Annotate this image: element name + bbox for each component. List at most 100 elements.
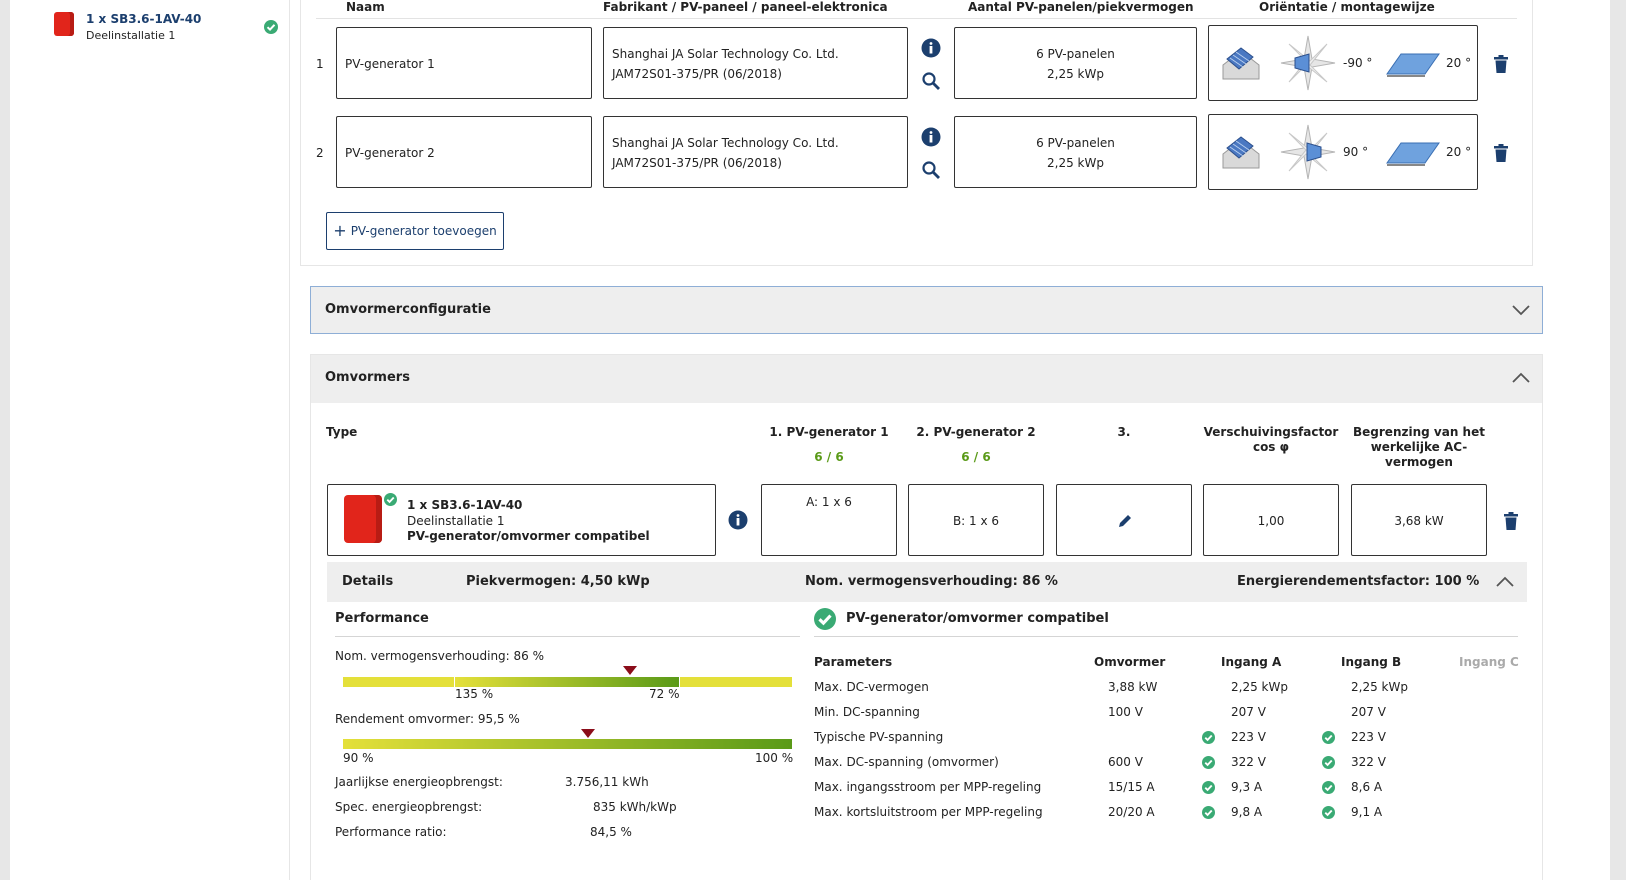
efficiency-scale-left: 90 % [343,751,374,765]
ac-limit-field[interactable]: 3,68 kW [1351,484,1487,556]
divider [316,18,1517,19]
check-icon [1322,756,1335,772]
azimuth-value: 90 ° [1343,145,1369,159]
col-header-limit-line2: werkelijke AC- [1370,440,1468,454]
tilt-panel-icon [1386,142,1440,166]
check-icon [1202,731,1215,747]
info-icon[interactable] [921,127,941,147]
compat-title: PV-generator/omvormer compatibel [846,611,1109,626]
col-header-limit-line1: Begrenzing van het [1353,425,1485,439]
panel-model: JAM72S01-375/PR (06/2018) [612,67,782,81]
col-header-pv2: 2. PV-generator 2 [916,425,1036,439]
col-header-pv3: 3. [1117,425,1131,439]
chevron-up-icon[interactable] [1511,371,1531,385]
col-header-limit: Begrenzing van het werkelijke AC- vermog… [1341,425,1497,470]
efficiency-bar [343,739,792,749]
param-input-a: 9,3 A [1231,780,1263,794]
check-icon [1322,806,1335,822]
generator-name-field[interactable]: PV-generator 1 [336,27,592,99]
pv2-count: 6 / 6 [961,450,991,464]
orientation-field[interactable]: -90 ° 20 ° [1208,25,1478,101]
pv1-assignment-field[interactable]: A: 1 x 6 [761,484,897,556]
details-label: Details [342,574,394,589]
compass-icon [1280,124,1336,180]
details-energy-factor: Energierendementsfactor: 100 % [1237,574,1480,589]
col-header-count: Aantal PV-panelen/piekvermogen [968,0,1194,14]
panel-count-field[interactable]: 6 PV-panelen 2,25 kWp [954,116,1197,188]
pr-label: Performance ratio: [335,825,447,839]
details-peak: Piekvermogen: 4,50 kWp [466,574,650,589]
manufacturer-name: Shanghai JA Solar Technology Co. Ltd. [612,136,839,150]
trash-icon[interactable] [1504,512,1518,530]
pv2-assignment-field[interactable]: B: 1 x 6 [908,484,1044,556]
house-roof-icon [1222,47,1260,80]
manufacturer-field[interactable]: Shanghai JA Solar Technology Co. Ltd. JA… [603,116,908,188]
col-header-cos-line2: cos φ [1252,440,1290,454]
compat-header-params: Parameters [814,655,893,669]
col-header-type: Type [326,425,358,439]
pv3-assignment-field[interactable] [1056,484,1192,556]
table-row: Max. DC-spanning (omvormer) 600 V 322 V 322… [814,755,1524,780]
spec-yield-label: Spec. energieopbrengst: [335,800,483,814]
search-icon[interactable] [921,160,941,180]
param-input-a: 2,25 kWp [1231,680,1288,694]
ac-limit-value: 3,68 kW [1394,514,1444,528]
yield-label: Jaarlijkse energieopbrengst: [335,775,503,789]
spec-yield-value: 835 kWh/kWp [593,800,677,814]
row-number: 1 [316,57,324,71]
pr-value: 84,5 % [590,825,632,839]
ratio-bar-yellow-left [343,677,454,687]
orientation-field[interactable]: 90 ° 20 ° [1208,114,1478,190]
inverter-type-title: 1 x SB3.6-1AV-40 [407,498,523,512]
details-ratio: Nom. vermogensverhouding: 86 % [805,574,1058,589]
generator-name: PV-generator 2 [345,146,435,160]
param-inverter: 600 V [1108,755,1143,769]
omvormers-title: Omvormers [325,370,410,385]
left-sidebar: 1 x SB3.6-1AV-40 Deelinstallatie 1 [10,0,290,880]
tilt-value: 20 ° [1446,145,1472,159]
inverter-device-icon [344,495,382,543]
chevron-up-icon[interactable] [1495,575,1515,589]
table-row: Max. DC-vermogen 3,88 kW 2,25 kWp 2,25 kWp [814,680,1524,705]
compat-header-input-c: Ingang C [1459,655,1519,669]
ratio-marker-icon [623,666,637,675]
omvormers-section: Omvormers Type 1. PV-generator 1 6 / 6 2… [310,354,1543,880]
sidebar-inverter-item[interactable]: 1 x SB3.6-1AV-40 Deelinstallatie 1 [54,12,286,52]
param-name: Max. ingangsstroom per MPP-regeling [814,780,1042,794]
omvormerconfiguratie-accordion[interactable]: Omvormerconfiguratie [310,286,1543,334]
col-header-cos-line1: Verschuivingsfactor [1203,425,1339,439]
plus-icon: + [333,221,347,240]
peak-power: 2,25 kWp [1047,156,1104,170]
trash-icon[interactable] [1494,55,1508,73]
info-icon[interactable] [728,510,748,530]
add-pv-generator-button[interactable]: + PV-generator toevoegen [326,212,504,250]
panel-count-field[interactable]: 6 PV-panelen 2,25 kWp [954,27,1197,99]
table-row: Max. ingangsstroom per MPP-regeling 15/15… [814,780,1524,805]
inverter-type-field[interactable]: 1 x SB3.6-1AV-40 Deelinstallatie 1 PV-ge… [327,484,716,556]
cos-phi-field[interactable]: 1,00 [1203,484,1339,556]
trash-icon[interactable] [1494,144,1508,162]
compat-header-input-a: Ingang A [1221,655,1282,669]
pencil-icon[interactable] [1117,513,1133,529]
panel-model: JAM72S01-375/PR (06/2018) [612,156,782,170]
yield-value: 3.756,11 kWh [565,775,649,789]
param-input-b: 223 V [1351,730,1386,744]
info-icon[interactable] [921,38,941,58]
param-input-b: 8,6 A [1351,780,1383,794]
generator-name: PV-generator 1 [345,57,435,71]
param-name: Max. DC-vermogen [814,680,929,694]
manufacturer-field[interactable]: Shanghai JA Solar Technology Co. Ltd. JA… [603,27,908,99]
divider [814,636,1518,637]
panel-count: 6 PV-panelen [1036,47,1115,61]
chevron-down-icon[interactable] [1511,303,1531,317]
generator-name-field[interactable]: PV-generator 2 [336,116,592,188]
search-icon[interactable] [921,71,941,91]
param-inverter: 100 V [1108,705,1143,719]
efficiency-scale-right: 100 % [755,751,794,765]
details-bar[interactable]: Details Piekvermogen: 4,50 kWp Nom. verm… [327,562,1527,602]
manufacturer-name: Shanghai JA Solar Technology Co. Ltd. [612,47,839,61]
pv1-assignment: A: 1 x 6 [806,495,852,509]
pv2-assignment: B: 1 x 6 [952,514,1000,528]
omvormers-header[interactable]: Omvormers [311,355,1542,403]
ratio-bar-yellow-right [680,677,792,687]
